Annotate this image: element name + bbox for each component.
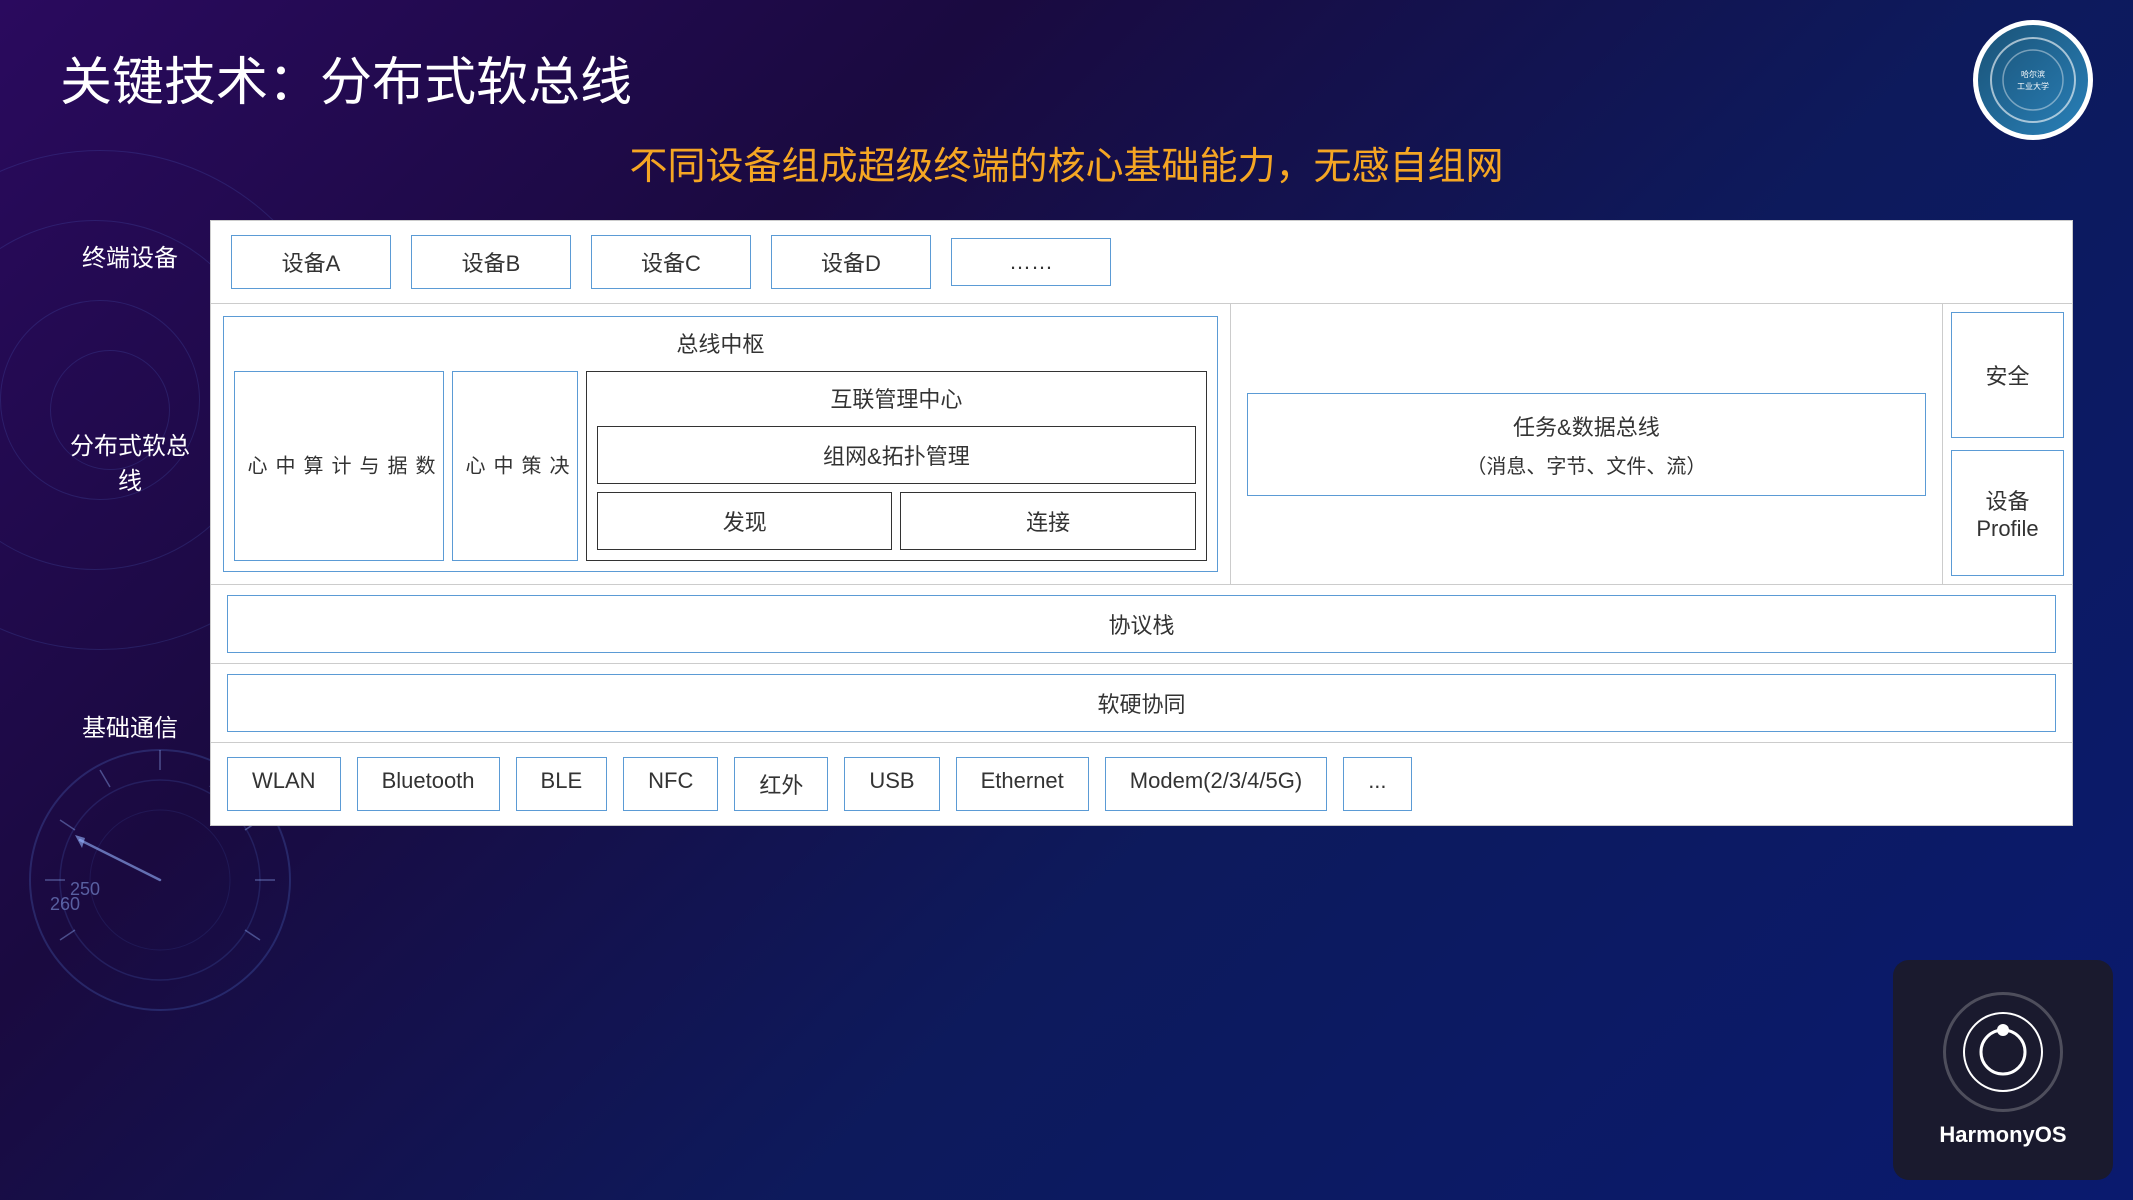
svg-text:250: 250 [70,879,100,899]
harmony-circle-inner [1963,1012,2043,1092]
logo-inner: 哈尔滨 工业大学 [1978,25,2088,135]
diagram-outer: 终端设备 分布式软总线 基础通信 设备A 设备B 设备C 设备D …… 总线中枢 [60,220,2073,826]
main-bus-row: 总线中枢 数据与计算中心 决策中心 互 [211,304,2072,585]
protocol-row: 协议栈 [211,585,2072,664]
comm-modem: Modem(2/3/4/5G) [1105,757,1327,811]
decision-center-text: 决策中心 [459,455,571,477]
svg-text:哈尔滨: 哈尔滨 [2021,69,2045,79]
label-bus: 分布式软总线 [60,290,200,632]
task-bus-box: 任务&数据总线 （消息、字节、文件、流） [1247,393,1926,496]
hardware-inner: 软硬协同 [227,674,2056,732]
comm-infrared: 红外 [734,757,828,811]
interconnect-bottom: 发现 连接 [597,492,1196,550]
hardware-row: 软硬协同 [211,664,2072,743]
label-terminal: 终端设备 [60,220,200,290]
svg-text:260: 260 [50,894,80,914]
comm-row: WLAN Bluetooth BLE NFC 红外 USB Ethernet M… [211,743,2072,825]
data-center-box: 数据与计算中心 [234,371,444,561]
safety-box: 安全 [1951,312,2064,438]
device-c: 设备C [591,235,751,289]
data-center-text: 数据与计算中心 [241,455,437,477]
comm-bluetooth: Bluetooth [357,757,500,811]
task-bus-area: 任务&数据总线 （消息、字节、文件、流） [1231,304,1942,584]
left-labels: 终端设备 分布式软总线 基础通信 [60,220,210,826]
comm-more: ... [1343,757,1411,811]
hub-content: 数据与计算中心 决策中心 互联管理中心 组网&拓扑管理 [234,371,1207,561]
comm-wlan: WLAN [227,757,341,811]
svg-text:工业大学: 工业大学 [2017,81,2049,91]
interconnect-title: 互联管理中心 [597,382,1196,414]
university-logo: 哈尔滨 工业大学 [1973,20,2093,140]
label-protocol [60,632,200,694]
far-right-area: 安全 设备Profile [1942,304,2072,584]
device-more: …… [951,238,1111,286]
device-d: 设备D [771,235,931,289]
protocol-inner: 协议栈 [227,595,2056,653]
task-bus-text: 任务&数据总线 （消息、字节、文件、流） [1466,410,1706,479]
device-a: 设备A [231,235,391,289]
label-basic-comm: 基础通信 [60,694,200,756]
bus-hub-box: 总线中枢 数据与计算中心 决策中心 互 [223,316,1218,572]
task-bus-line2: （消息、字节、文件、流） [1466,450,1706,479]
harmony-circle-outer [1943,992,2063,1112]
topology-box: 组网&拓扑管理 [597,426,1196,484]
harmony-icon [1963,1012,2043,1092]
interconnect-box: 互联管理中心 组网&拓扑管理 发现 连接 [586,371,1207,561]
harmonyos-logo: HarmonyOS [1893,960,2113,1180]
label-comms [60,756,200,826]
decision-center-box: 决策中心 [452,371,578,561]
content-wrapper: 关键技术：分布式软总线 不同设备组成超级终端的核心基础能力，无感自组网 终端设备… [0,0,2133,866]
page-subtitle: 不同设备组成超级终端的核心基础能力，无感自组网 [60,135,2073,190]
connect-box: 连接 [900,492,1195,550]
comm-ble: BLE [516,757,608,811]
task-bus-line1: 任务&数据总线 [1466,410,1706,442]
comm-nfc: NFC [623,757,718,811]
harmony-text: HarmonyOS [1939,1122,2066,1148]
bus-hub-area: 总线中枢 数据与计算中心 决策中心 互 [211,304,1231,584]
discover-box: 发现 [597,492,892,550]
device-profile-text: 设备Profile [1976,484,2038,542]
diagram-table: 设备A 设备B 设备C 设备D …… 总线中枢 数据与计算中心 [210,220,2073,826]
bus-hub-title: 总线中枢 [234,327,1207,359]
comm-ethernet: Ethernet [956,757,1089,811]
device-row: 设备A 设备B 设备C 设备D …… [211,221,2072,304]
comm-usb: USB [844,757,939,811]
device-profile-box: 设备Profile [1951,450,2064,576]
logo-svg: 哈尔滨 工业大学 [1988,35,2078,125]
page-title: 关键技术：分布式软总线 [60,40,2073,115]
device-b: 设备B [411,235,571,289]
